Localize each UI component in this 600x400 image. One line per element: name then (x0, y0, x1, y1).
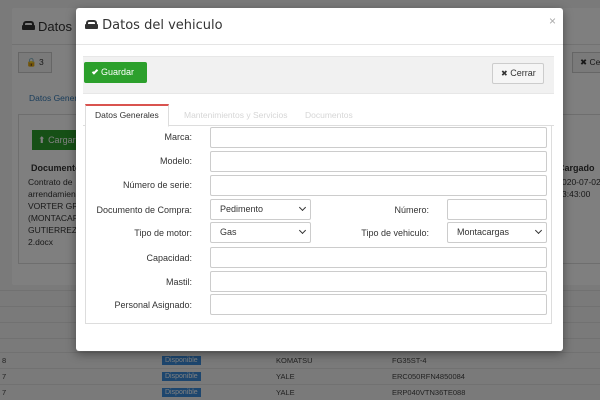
close-x-icon[interactable]: × (549, 14, 556, 28)
chevron-down-icon (298, 226, 307, 235)
serie-label: Número de serie: (122, 180, 192, 190)
vehiculo-select[interactable]: Montacargas (447, 222, 547, 243)
save-button[interactable]: Guardar (84, 62, 147, 83)
serie-input[interactable] (210, 175, 547, 196)
capacidad-label: Capacidad: (146, 253, 192, 263)
numero-input[interactable] (447, 199, 547, 220)
numero-label: Número: (394, 205, 429, 215)
tab-datos-generales[interactable]: Datos Generales (85, 104, 169, 127)
documento-compra-label: Documento de Compra: (96, 205, 192, 215)
documento-compra-value: Pedimento (220, 204, 264, 214)
car-icon (85, 20, 98, 30)
personal-input[interactable] (210, 294, 547, 315)
tab-bar: Datos Generales Mantenimientos y Servici… (83, 104, 554, 127)
check-icon (91, 68, 99, 75)
vehicle-modal: Datos del vehiculo × Guardar ✖ Cerrar Da… (76, 8, 563, 351)
motor-select[interactable]: Gas (210, 222, 311, 243)
chevron-down-icon (534, 226, 543, 235)
capacidad-input[interactable] (210, 247, 547, 268)
chevron-down-icon (298, 203, 307, 212)
motor-label: Tipo de motor: (134, 228, 192, 238)
marca-input[interactable] (210, 127, 547, 148)
vehicle-modal-title: Datos del vehiculo (102, 18, 223, 33)
save-label: Guardar (101, 67, 135, 77)
close-icon: ✖ (501, 69, 508, 78)
vehiculo-value: Montacargas (457, 227, 510, 237)
documento-compra-select[interactable]: Pedimento (210, 199, 311, 220)
vehiculo-label: Tipo de vehiculo: (361, 228, 429, 238)
tab-mantenimientos[interactable]: Mantenimientos y Servicios (175, 104, 296, 126)
tab-documentos[interactable]: Documentos (296, 104, 362, 126)
close-button[interactable]: ✖ Cerrar (492, 63, 544, 84)
modelo-input[interactable] (210, 151, 547, 172)
vehicle-modal-title-wrap: Datos del vehiculo (85, 18, 223, 33)
vehicle-modal-header: Datos del vehiculo × (76, 8, 563, 45)
personal-label: Personal Asignado: (114, 300, 192, 310)
mastil-input[interactable] (210, 271, 547, 292)
toolbar: Guardar ✖ Cerrar (83, 56, 554, 94)
modelo-label: Modelo: (159, 156, 192, 166)
motor-value: Gas (220, 227, 237, 237)
mastil-label: Mastil: (165, 277, 192, 287)
close-label: Cerrar (510, 68, 536, 78)
marca-label: Marca: (164, 132, 192, 142)
